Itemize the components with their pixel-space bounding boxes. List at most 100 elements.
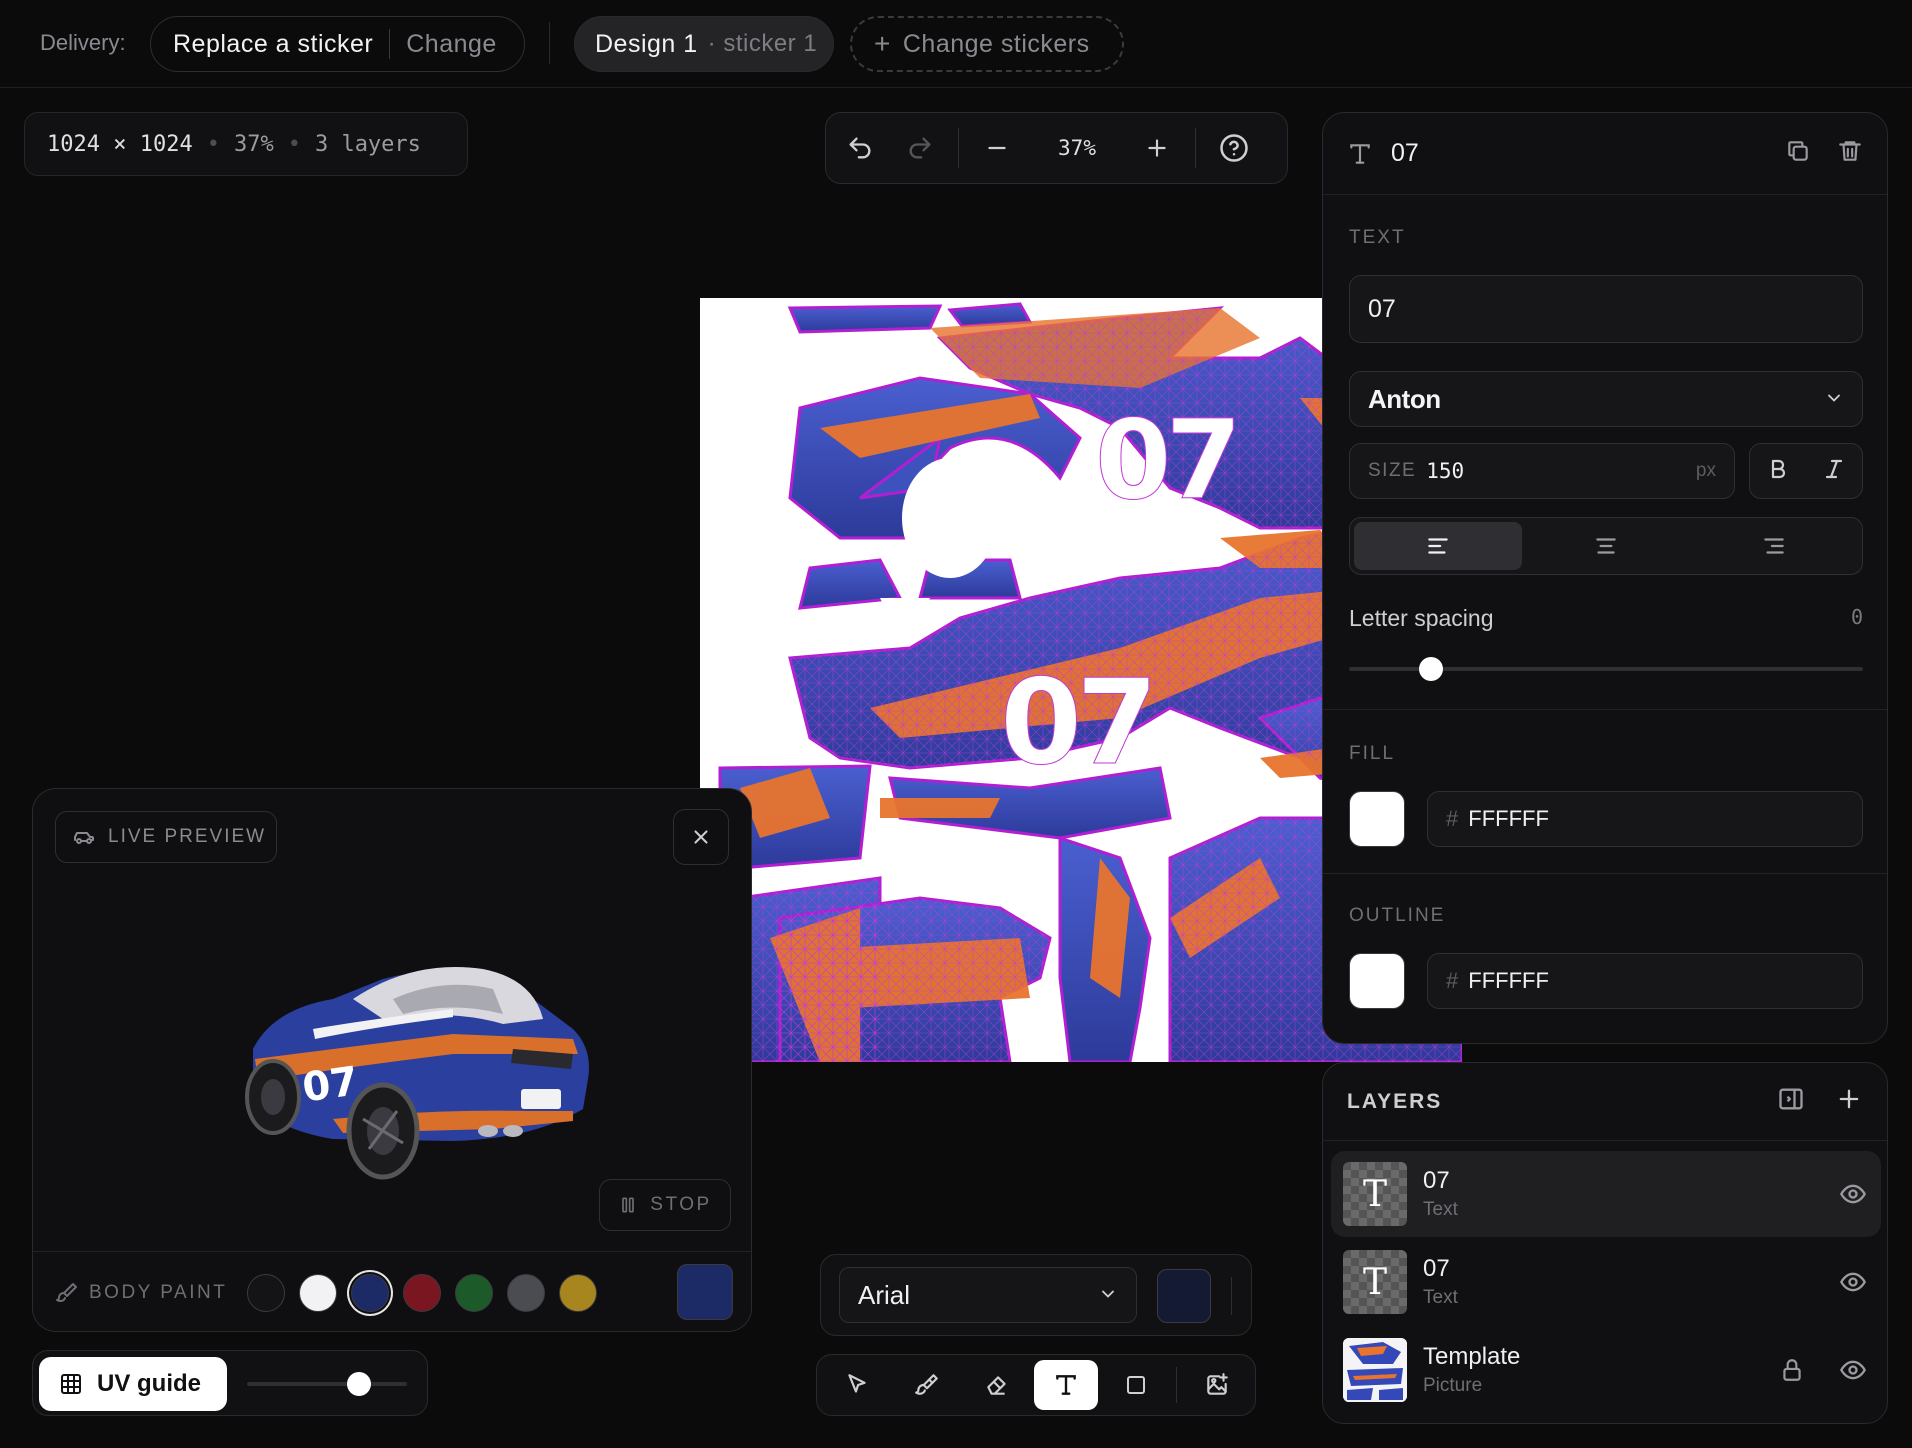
- grid-icon: [61, 1374, 81, 1394]
- design-label: Design 1: [595, 29, 698, 58]
- fill-section-label: FILL: [1349, 743, 1396, 764]
- outline-color-swatch[interactable]: [1349, 953, 1405, 1009]
- paint-swatch-navy[interactable]: [351, 1273, 390, 1312]
- visibility-toggle[interactable]: [1839, 1356, 1867, 1384]
- paint-swatch-white[interactable]: [299, 1273, 338, 1312]
- paint-swatch-green[interactable]: [455, 1273, 494, 1312]
- fill-color-swatch[interactable]: [1349, 791, 1405, 847]
- fill-hex-input[interactable]: # FFFFFF: [1427, 791, 1863, 847]
- collapse-panel-button[interactable]: [1777, 1085, 1805, 1118]
- duplicate-layer-button[interactable]: [1785, 138, 1811, 169]
- add-image-tool[interactable]: [1185, 1360, 1249, 1410]
- text-layer-thumbnail: T: [1343, 1250, 1407, 1314]
- texture-number-middle: 07: [1000, 653, 1152, 791]
- text-icon: [1056, 1375, 1077, 1395]
- letter-spacing-value: 0: [1850, 605, 1863, 629]
- paint-swatch-gold[interactable]: [559, 1273, 598, 1312]
- layers-header: LAYERS: [1323, 1063, 1887, 1141]
- uv-opacity-slider[interactable]: [247, 1382, 407, 1386]
- car-icon: [74, 832, 94, 844]
- help-button[interactable]: [1204, 112, 1264, 184]
- zoom-in-button[interactable]: [1127, 112, 1187, 184]
- uv-opacity-slider-handle[interactable]: [347, 1372, 371, 1396]
- brush-tool[interactable]: [895, 1360, 959, 1410]
- layer-name: Template: [1423, 1343, 1521, 1370]
- delivery-label: Delivery:: [40, 30, 126, 55]
- paint-swatch-red[interactable]: [403, 1273, 442, 1312]
- minus-icon: [988, 146, 1006, 150]
- redo-button[interactable]: [890, 112, 950, 184]
- image-plus-icon: [1207, 1373, 1228, 1395]
- selected-layer-title: 07: [1391, 139, 1419, 167]
- paint-brush-icon: [56, 1282, 77, 1302]
- eye-icon: [1840, 1360, 1866, 1380]
- brush-icon: [914, 1374, 938, 1395]
- square-icon: [1127, 1376, 1146, 1394]
- add-layer-button[interactable]: [1835, 1085, 1863, 1118]
- layers-panel: LAYERS T 07 Text T 07 Text Template Pict…: [1322, 1062, 1888, 1424]
- rectangle-tool[interactable]: [1104, 1360, 1168, 1410]
- design-sub-label: · sticker 1: [707, 30, 818, 57]
- help-circle-icon: [1220, 134, 1248, 162]
- paint-swatch-black[interactable]: [247, 1273, 286, 1312]
- layer-item[interactable]: T 07 Text: [1331, 1239, 1881, 1325]
- zoom-out-button[interactable]: [967, 112, 1027, 184]
- uv-guide-toggle[interactable]: UV guide: [39, 1357, 227, 1411]
- body-paint-label: BODY PAINT: [89, 1281, 228, 1303]
- custom-paint-color-button[interactable]: [677, 1264, 733, 1320]
- text-layer-thumbnail: T: [1343, 1162, 1407, 1226]
- italic-icon: [1825, 459, 1843, 478]
- text-tool[interactable]: [1034, 1360, 1099, 1410]
- canvas-toolbar: 37%: [825, 112, 1288, 184]
- text-content-input[interactable]: 07: [1349, 275, 1863, 343]
- change-stickers-button[interactable]: + Change stickers: [850, 16, 1124, 72]
- stop-rotation-button[interactable]: STOP: [599, 1179, 731, 1231]
- pill-separator: [389, 29, 391, 59]
- change-sticker-button[interactable]: Change: [406, 30, 497, 59]
- font-family-select[interactable]: Anton: [1349, 371, 1863, 427]
- texture-number-top: 07: [1095, 396, 1236, 524]
- layer-count: 3 layers: [314, 131, 421, 157]
- letter-spacing-slider-handle[interactable]: [1419, 657, 1444, 681]
- font-size-input[interactable]: SIZE 150 px: [1349, 443, 1735, 499]
- sticker-pill[interactable]: Replace a sticker Change: [150, 16, 525, 72]
- font-family-value: Anton: [1368, 383, 1441, 414]
- live-preview-label: LIVE PREVIEW: [108, 826, 267, 847]
- letter-spacing-row: Letter spacing 0: [1349, 605, 1863, 632]
- pause-icon: [622, 1197, 635, 1213]
- size-unit: px: [1695, 460, 1716, 481]
- paint-swatch-gray[interactable]: [507, 1273, 546, 1312]
- paint-swatch-group: [247, 1273, 611, 1312]
- canvas-size: 1024 × 1024: [47, 131, 193, 157]
- align-right-button[interactable]: [1690, 522, 1858, 570]
- layer-item[interactable]: T 07 Text: [1331, 1151, 1881, 1237]
- undo-button[interactable]: [830, 112, 890, 184]
- quick-font-select[interactable]: Arial: [839, 1267, 1137, 1323]
- bold-italic-group: [1749, 443, 1863, 499]
- bold-button[interactable]: [1766, 457, 1790, 486]
- topbar-divider: [549, 22, 550, 64]
- outline-hex-input[interactable]: # FFFFFF: [1427, 953, 1863, 1009]
- visibility-toggle[interactable]: [1839, 1180, 1867, 1208]
- quick-color-swatch[interactable]: [1157, 1269, 1211, 1323]
- plus-icon: [1839, 1089, 1859, 1109]
- outline-section-label: OUTLINE: [1349, 905, 1446, 926]
- lock-toggle[interactable]: [1779, 1357, 1805, 1383]
- eraser-tool[interactable]: [965, 1360, 1029, 1410]
- bold-icon: [1771, 459, 1786, 478]
- italic-button[interactable]: [1822, 457, 1846, 486]
- layer-item[interactable]: Template Picture: [1331, 1327, 1881, 1413]
- uv-guide-control: UV guide: [32, 1350, 428, 1416]
- delete-layer-button[interactable]: [1837, 138, 1863, 169]
- align-center-button[interactable]: [1522, 522, 1690, 570]
- design-pill[interactable]: Design 1 · sticker 1: [574, 16, 834, 72]
- align-left-button[interactable]: [1354, 522, 1522, 570]
- select-tool[interactable]: [825, 1360, 889, 1410]
- chevron-down-icon: [1824, 384, 1844, 415]
- copy-icon: [1788, 141, 1808, 161]
- properties-header: 07: [1323, 113, 1887, 195]
- layer-type: Picture: [1423, 1375, 1483, 1396]
- plus-icon: [1148, 139, 1166, 157]
- cursor-icon: [848, 1374, 866, 1393]
- visibility-toggle[interactable]: [1839, 1268, 1867, 1296]
